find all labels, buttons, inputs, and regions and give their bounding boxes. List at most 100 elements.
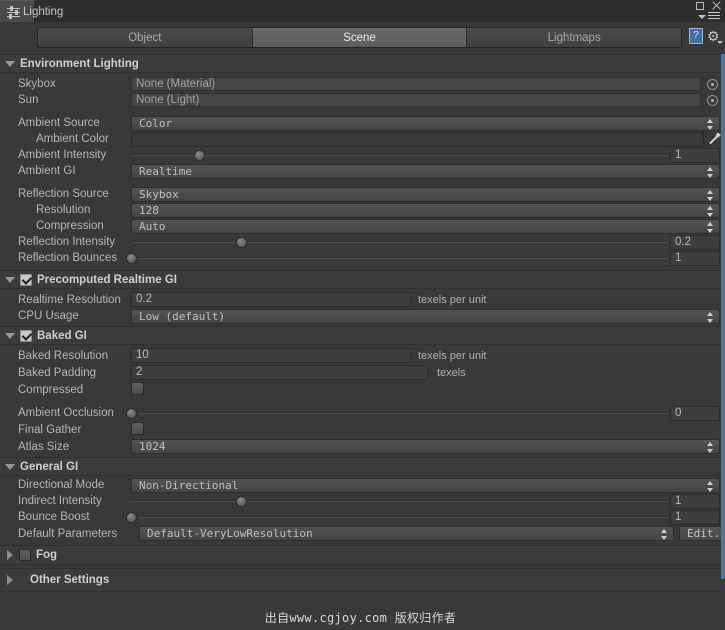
realtime-resolution-field[interactable]: 0.2 (131, 292, 411, 307)
foldout-triangle-icon[interactable] (7, 550, 13, 560)
row-final-gather: Final Gather (0, 421, 725, 438)
lighting-scene-panel: Environment Lighting Skybox None (Materi… (0, 54, 725, 630)
foldout-triangle-icon[interactable] (5, 60, 15, 67)
default-parameters-value: Default-VeryLowResolution (147, 527, 313, 540)
section-title: Environment Lighting (20, 57, 139, 70)
indirect-intensity-label: Indirect Intensity (18, 495, 102, 507)
tab-scene-label: Scene (343, 31, 376, 44)
section-title: Fog (36, 549, 58, 561)
skybox-picker-icon[interactable] (707, 78, 718, 90)
ambient-source-dropdown[interactable]: Color (131, 115, 720, 131)
updown-arrows-icon (661, 529, 668, 540)
slider-knob[interactable] (126, 408, 137, 419)
row-realtime-resolution: Realtime Resolution 0.2 texels per unit (0, 291, 725, 308)
section-header-fog[interactable]: Fog (0, 545, 725, 565)
ambient-occlusion-value[interactable]: 0 (670, 405, 720, 421)
row-default-parameters: Default Parameters Default-VeryLowResolu… (0, 525, 725, 542)
resolution-dropdown[interactable]: 128 (131, 202, 720, 218)
scrollbar-thumb[interactable] (721, 54, 725, 579)
window-tab-lighting[interactable]: Lighting (0, 0, 63, 22)
row-reflection-bounces: Reflection Bounces 1 (0, 250, 725, 266)
reflection-intensity-slider[interactable] (131, 235, 668, 249)
bounce-boost-value[interactable]: 1 (670, 509, 720, 525)
atlas-size-dropdown[interactable]: 1024 (131, 439, 720, 454)
compression-value: Auto (139, 219, 166, 233)
row-cpu-usage: CPU Usage Low (default) (0, 308, 725, 324)
realtime-resolution-unit: texels per unit (418, 293, 487, 306)
skybox-field[interactable]: None (Material) (131, 77, 701, 91)
tab-lightmaps[interactable]: Lightmaps (467, 28, 681, 47)
baked-gi-checkbox[interactable] (20, 329, 32, 342)
slider-track (131, 500, 668, 502)
slider-knob[interactable] (126, 253, 137, 264)
reflection-bounces-value[interactable]: 1 (670, 250, 720, 266)
reflection-bounces-slider[interactable] (126, 251, 668, 265)
gear-icon[interactable]: ⚙ (707, 29, 723, 44)
default-parameters-dropdown[interactable]: Default-VeryLowResolution (139, 526, 674, 541)
updown-arrows-icon (707, 118, 714, 130)
eyedropper-icon[interactable] (707, 132, 721, 146)
foldout-triangle-icon[interactable] (5, 276, 15, 283)
reflection-intensity-value[interactable]: 0.2 (670, 234, 720, 250)
slider-track (131, 241, 668, 243)
section-title: General GI (20, 460, 79, 473)
slider-track (126, 412, 668, 414)
updown-arrows-icon (707, 442, 714, 453)
indirect-intensity-slider[interactable] (131, 494, 668, 508)
compression-label: Compression (36, 220, 104, 232)
ambient-intensity-slider[interactable] (131, 148, 668, 162)
bounce-boost-label: Bounce Boost (18, 511, 90, 523)
ambient-color-swatch[interactable] (131, 131, 704, 147)
cpu-usage-label: CPU Usage (18, 310, 79, 322)
section-header-environment-lighting[interactable]: Environment Lighting (0, 54, 725, 73)
tab-object[interactable]: Object (38, 28, 253, 47)
window-titlebar: Lighting (0, 0, 725, 22)
compression-dropdown[interactable]: Auto (131, 218, 720, 234)
baked-padding-field[interactable]: 2 (131, 365, 428, 380)
final-gather-checkbox[interactable] (131, 422, 144, 435)
chevron-down-icon (698, 14, 706, 19)
foldout-triangle-icon[interactable] (5, 332, 15, 339)
foldout-triangle-icon[interactable] (7, 575, 13, 585)
reflection-source-dropdown[interactable]: Skybox (131, 186, 720, 202)
slider-knob[interactable] (126, 512, 137, 523)
fog-checkbox[interactable] (19, 549, 31, 561)
row-baked-resolution: Baked Resolution 10 texels per unit (0, 347, 725, 364)
slider-knob[interactable] (236, 496, 248, 507)
sun-picker-icon[interactable] (707, 94, 718, 106)
ambient-intensity-value[interactable]: 1 (670, 147, 720, 163)
reflection-source-label: Reflection Source (18, 188, 109, 200)
section-header-precomputed-realtime-gi[interactable]: Precomputed Realtime GI (0, 270, 725, 289)
ambient-occlusion-label: Ambient Occlusion (18, 407, 114, 419)
sun-field[interactable]: None (Light) (131, 93, 701, 107)
precomputed-realtime-gi-checkbox[interactable] (20, 273, 32, 286)
cpu-usage-dropdown[interactable]: Low (default) (131, 308, 720, 324)
tab-scene[interactable]: Scene (252, 28, 468, 47)
ambient-occlusion-slider[interactable] (126, 406, 668, 420)
directional-mode-dropdown[interactable]: Non-Directional (131, 477, 720, 493)
section-header-other-settings[interactable]: Other Settings (0, 568, 725, 592)
slider-knob[interactable] (236, 237, 248, 248)
section-header-general-gi[interactable]: General GI (0, 457, 725, 476)
edit-parameters-button[interactable]: Edit... (679, 526, 725, 541)
row-baked-padding: Baked Padding 2 texels (0, 364, 725, 381)
baked-resolution-field[interactable]: 10 (131, 348, 411, 363)
default-parameters-label: Default Parameters (18, 527, 118, 540)
vertical-scrollbar[interactable] (721, 54, 725, 630)
section-header-baked-gi[interactable]: Baked GI (0, 326, 725, 345)
slider-knob[interactable] (194, 150, 206, 161)
bounce-boost-slider[interactable] (126, 510, 668, 524)
ambient-gi-dropdown[interactable]: Realtime (131, 163, 720, 179)
maximize-icon[interactable] (696, 2, 704, 10)
compressed-label: Compressed (18, 383, 84, 396)
close-icon[interactable] (711, 1, 721, 11)
baked-resolution-label: Baked Resolution (18, 349, 109, 362)
slider-track (131, 154, 668, 156)
indirect-intensity-value[interactable]: 1 (670, 493, 720, 509)
window-menu-button[interactable] (698, 12, 720, 21)
foldout-triangle-icon[interactable] (5, 463, 15, 470)
compressed-checkbox[interactable] (131, 382, 144, 395)
ambient-gi-value: Realtime (139, 164, 192, 178)
row-ambient-intensity: Ambient Intensity 1 (0, 147, 725, 163)
help-icon[interactable]: ? (689, 28, 703, 44)
